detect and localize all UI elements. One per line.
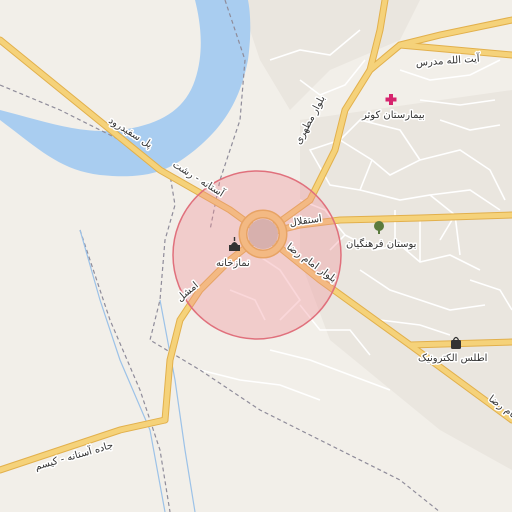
- selection-radius[interactable]: [172, 170, 342, 340]
- poi-park-label: بوستان فرهنگیان: [346, 238, 416, 250]
- poi-mosque-label: نمازخانه: [216, 258, 250, 269]
- map-canvas[interactable]: پل سفیدرود آستانه - رشت استقلال بلوار ام…: [0, 0, 512, 512]
- map-view[interactable]: پل سفیدرود آستانه - رشت استقلال بلوار ام…: [0, 0, 512, 512]
- poi-shop-label: اطلس الکترونیک: [418, 353, 487, 364]
- poi-hospital-label: بیمارستان کوثر: [361, 110, 425, 121]
